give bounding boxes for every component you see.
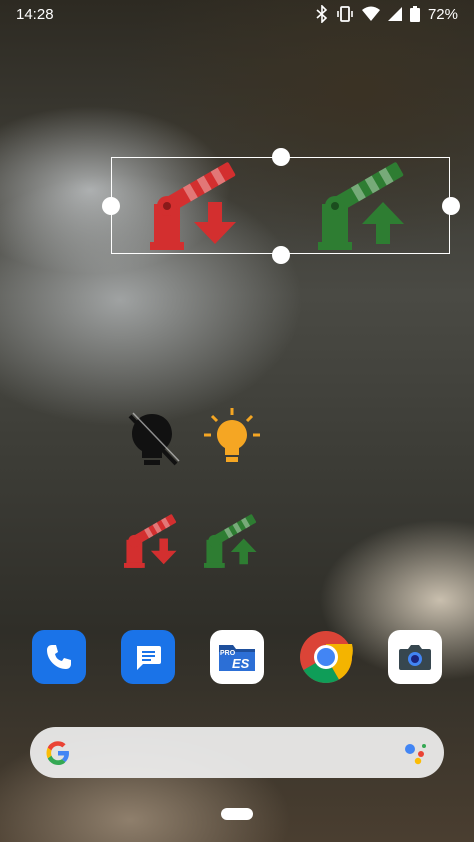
camera-icon: [399, 645, 431, 670]
gate-open-green-icon[interactable]: [318, 160, 413, 252]
google-assistant-icon[interactable]: [402, 740, 428, 766]
battery-percent: 72%: [427, 5, 458, 23]
camera-app[interactable]: [388, 630, 442, 684]
es-file-explorer-app[interactable]: ES PRO: [210, 630, 264, 684]
messages-app[interactable]: [121, 630, 175, 684]
resize-handle-top[interactable]: [272, 148, 290, 166]
wifi-icon: [361, 6, 380, 21]
bluetooth-icon: [316, 5, 328, 23]
home-gesture-pill[interactable]: [221, 808, 253, 820]
phone-app[interactable]: [32, 630, 86, 684]
resize-handle-right[interactable]: [442, 197, 460, 215]
light-off-icon[interactable]: [124, 408, 180, 468]
chrome-icon: [300, 631, 353, 683]
battery-icon: [409, 6, 420, 22]
vibrate-icon: [337, 6, 353, 22]
phone-icon: [47, 645, 71, 669]
google-g-icon: [46, 741, 69, 765]
gate-close-red-icon[interactable]: [150, 160, 245, 252]
chrome-app[interactable]: [299, 630, 353, 684]
status-bar: 14:28 72%: [0, 0, 474, 30]
resize-handle-left[interactable]: [102, 197, 120, 215]
gate-close-red-small-icon[interactable]: [124, 512, 182, 570]
es-pro-badge: PRO: [220, 650, 236, 657]
resize-handle-bottom[interactable]: [272, 246, 290, 264]
status-icons: 72%: [316, 5, 458, 23]
google-search-bar[interactable]: [30, 727, 444, 778]
es-label: ES: [232, 656, 250, 671]
light-on-icon[interactable]: [202, 406, 262, 468]
signal-icon: [387, 7, 402, 21]
messages-icon: [137, 646, 161, 670]
gate-open-green-small-icon[interactable]: [204, 512, 262, 570]
status-time: 14:28: [16, 6, 54, 23]
